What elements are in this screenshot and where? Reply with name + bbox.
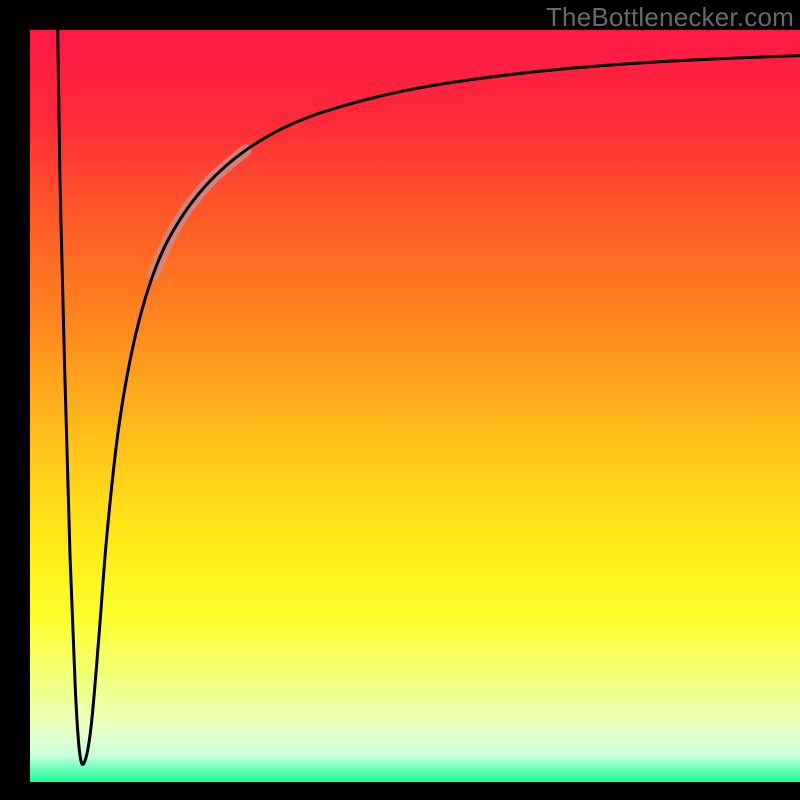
bottleneck-chart: TheBottlenecker.com xyxy=(0,0,800,800)
watermark-label: TheBottlenecker.com xyxy=(546,2,794,33)
gradient-panel xyxy=(30,30,800,782)
plot-svg xyxy=(0,0,800,800)
